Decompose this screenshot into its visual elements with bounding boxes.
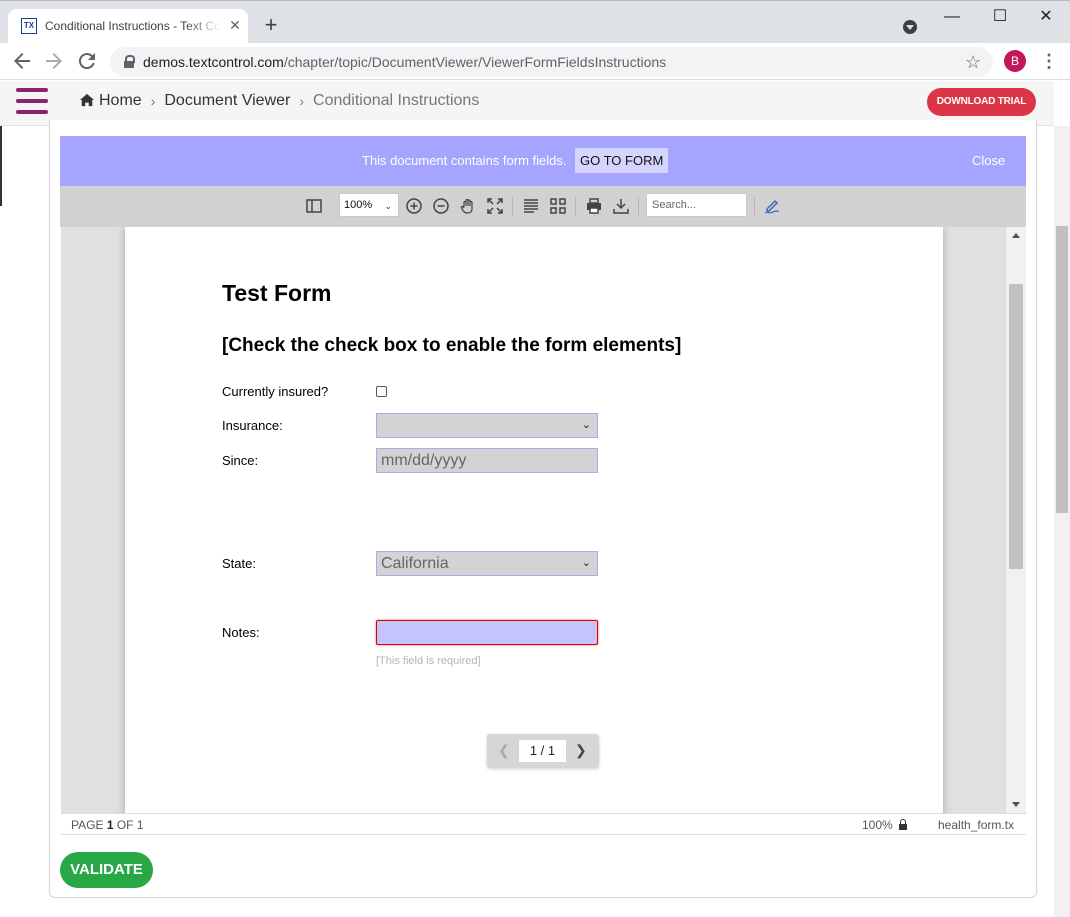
since-label: Since:: [222, 453, 259, 468]
state-label: State:: [222, 556, 256, 571]
insured-checkbox[interactable]: [376, 386, 387, 397]
previous-page-icon[interactable]: ❮: [498, 742, 510, 759]
next-page-icon[interactable]: ❯: [575, 742, 587, 759]
breadcrumb-separator: ›: [150, 93, 156, 109]
viewer-toolbar: 100% ⌄ Search...: [60, 186, 1026, 227]
zoom-in-icon[interactable]: [405, 197, 423, 215]
fit-screen-icon[interactable]: [486, 197, 504, 215]
document-search-input[interactable]: Search...: [646, 193, 747, 217]
since-date-field[interactable]: mm/dd/yyyy: [376, 448, 598, 473]
chevron-down-icon: ⌄: [581, 419, 591, 431]
toolbar-divider: [754, 197, 755, 215]
zoom-out-icon[interactable]: [432, 197, 450, 215]
textcontrol-favicon-icon: TX: [21, 18, 37, 34]
browser-tab[interactable]: TX Conditional Instructions - Text Contr…: [8, 9, 248, 44]
print-icon[interactable]: [585, 197, 603, 215]
tab-search-icon[interactable]: [903, 20, 917, 34]
bookmark-star-icon[interactable]: ☆: [965, 51, 981, 73]
window-close-icon[interactable]: ✕: [1032, 7, 1060, 27]
page-scrollbar-thumb[interactable]: [1056, 226, 1068, 513]
hamburger-menu-icon[interactable]: [16, 88, 48, 116]
url-text: demos.textcontrol.com/chapter/topic/Docu…: [143, 54, 667, 70]
home-icon: [80, 93, 94, 107]
form-title: Test Form: [222, 280, 332, 306]
chevron-down-icon: ⌄: [384, 201, 392, 211]
form-fields-banner: This document contains form fields. GO T…: [60, 136, 1026, 186]
download-icon[interactable]: [612, 197, 630, 215]
page-number-input[interactable]: 1 / 1: [519, 740, 566, 762]
new-tab-icon[interactable]: +: [260, 14, 282, 36]
go-to-form-button[interactable]: GO TO FORM: [575, 148, 669, 173]
download-trial-button[interactable]: DOWNLOAD TRIAL: [927, 88, 1036, 116]
toolbar-divider: [575, 197, 576, 215]
banner-message: This document contains form fields.: [362, 153, 567, 168]
back-icon[interactable]: [10, 49, 34, 73]
breadcrumb: Home › Document Viewer › Conditional Ins…: [80, 92, 479, 110]
window-edge: [0, 126, 2, 206]
document-area: Test Form [Check the check box to enable…: [61, 227, 1006, 813]
reload-icon[interactable]: [75, 49, 99, 73]
maximize-icon[interactable]: ☐: [986, 7, 1014, 27]
state-dropdown[interactable]: California ⌄: [376, 551, 598, 576]
document-scrollbar-thumb[interactable]: [1009, 284, 1023, 569]
browser-tab-bar: TX Conditional Instructions - Text Contr…: [0, 0, 1070, 44]
breadcrumb-home[interactable]: Home: [99, 92, 142, 110]
status-zoom: 100%: [862, 818, 893, 832]
breadcrumb-separator: ›: [299, 93, 305, 109]
lock-icon[interactable]: [124, 55, 135, 69]
scroll-up-icon[interactable]: [1012, 233, 1020, 238]
forward-icon[interactable]: [42, 49, 66, 73]
browser-menu-icon[interactable]: ⋮: [1040, 50, 1058, 72]
address-bar[interactable]: demos.textcontrol.com/chapter/topic/Docu…: [110, 47, 993, 77]
browser-toolbar: demos.textcontrol.com/chapter/topic/Docu…: [0, 43, 1070, 80]
page-indicator: PAGE 1 OF 1: [71, 818, 144, 832]
breadcrumb-current: Conditional Instructions: [313, 92, 480, 109]
profile-avatar[interactable]: B: [1004, 50, 1026, 72]
viewer-status-bar: PAGE 1 OF 1 100% health_form.tx: [61, 813, 1026, 835]
status-filename: health_form.tx: [938, 818, 1015, 832]
banner-close-button[interactable]: Close: [972, 153, 1005, 168]
single-page-icon[interactable]: [522, 197, 540, 215]
document-page: Test Form [Check the check box to enable…: [125, 227, 943, 813]
insurance-dropdown[interactable]: ⌄: [376, 413, 598, 438]
tab-title: Conditional Instructions - Text Control: [45, 19, 221, 33]
zoom-select[interactable]: 100% ⌄: [339, 193, 399, 217]
toolbar-divider: [512, 197, 513, 215]
notes-field[interactable]: [376, 620, 598, 645]
document-scrollbar[interactable]: [1006, 227, 1026, 813]
chevron-down-icon: ⌄: [581, 557, 591, 569]
signature-icon[interactable]: [763, 197, 781, 215]
breadcrumb-document-viewer[interactable]: Document Viewer: [164, 92, 290, 110]
form-subtitle: [Check the check box to enable the form …: [222, 335, 682, 356]
lock-icon: [899, 819, 907, 830]
thumbnails-icon[interactable]: [549, 197, 567, 215]
pan-hand-icon[interactable]: [459, 197, 477, 215]
page-navigator: ❮ 1 / 1 ❯: [487, 734, 599, 768]
insurance-label: Insurance:: [222, 418, 283, 433]
page-scrollbar[interactable]: [1054, 126, 1070, 917]
tab-close-icon[interactable]: ✕: [227, 17, 243, 33]
validate-button[interactable]: VALIDATE: [60, 852, 153, 888]
toolbar-divider: [638, 197, 639, 215]
notes-label: Notes:: [222, 625, 260, 640]
notes-required-hint: [This field is required]: [376, 655, 481, 667]
insured-label: Currently insured?: [222, 384, 329, 399]
scroll-down-icon[interactable]: [1012, 802, 1020, 807]
minimize-icon[interactable]: —: [938, 7, 966, 27]
sidebar-toggle-icon[interactable]: [305, 197, 323, 215]
